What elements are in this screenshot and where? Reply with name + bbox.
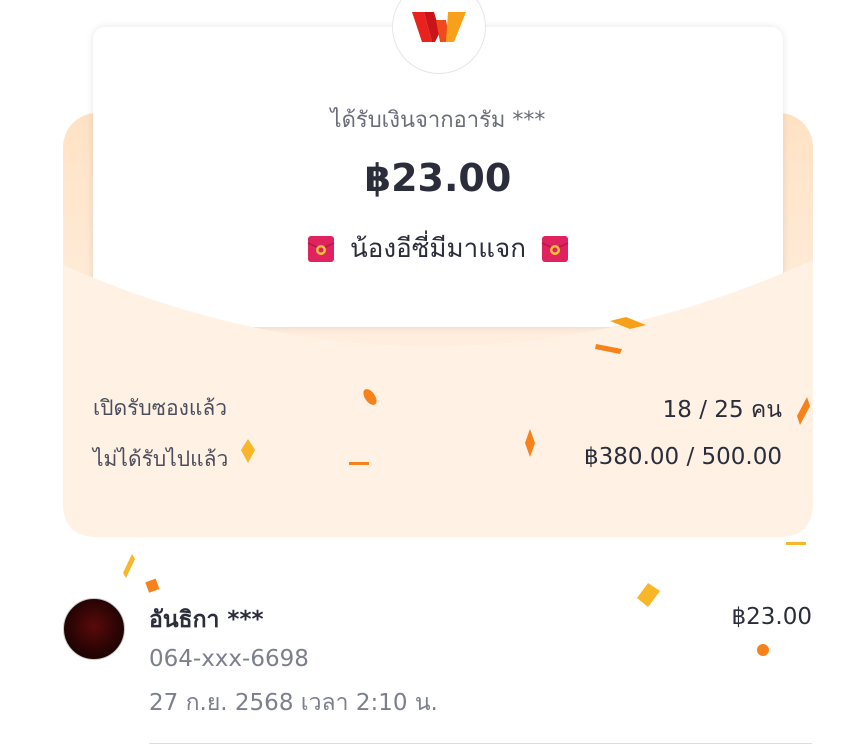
confetti-icon (637, 583, 660, 607)
remaining-label: ไม่ได้รับไปแล้ว (93, 447, 229, 471)
claimer-time: 27 ก.ย. 2568 เวลา 2:10 น. (149, 690, 438, 716)
opened-value: 18 / 25 คน (662, 397, 782, 423)
wallet-w-logo (412, 12, 466, 42)
claimer-name: อันธิกา *** (149, 607, 264, 633)
opened-label: เปิดรับซองแล้ว (93, 396, 228, 420)
avatar (63, 598, 125, 660)
list-divider (149, 743, 812, 744)
confetti-icon (786, 542, 806, 545)
confetti-icon (757, 644, 769, 656)
confetti-icon (123, 554, 135, 578)
received-amount: ฿23.00 (364, 156, 512, 200)
remaining-value: ฿380.00 / 500.00 (584, 444, 782, 470)
sender-text: ได้รับเงินจากอารัม *** (330, 108, 546, 133)
claimer-amount: ฿23.00 (731, 604, 812, 630)
claimer-phone: 064-xxx-6698 (149, 646, 309, 672)
confetti-icon (145, 578, 160, 593)
